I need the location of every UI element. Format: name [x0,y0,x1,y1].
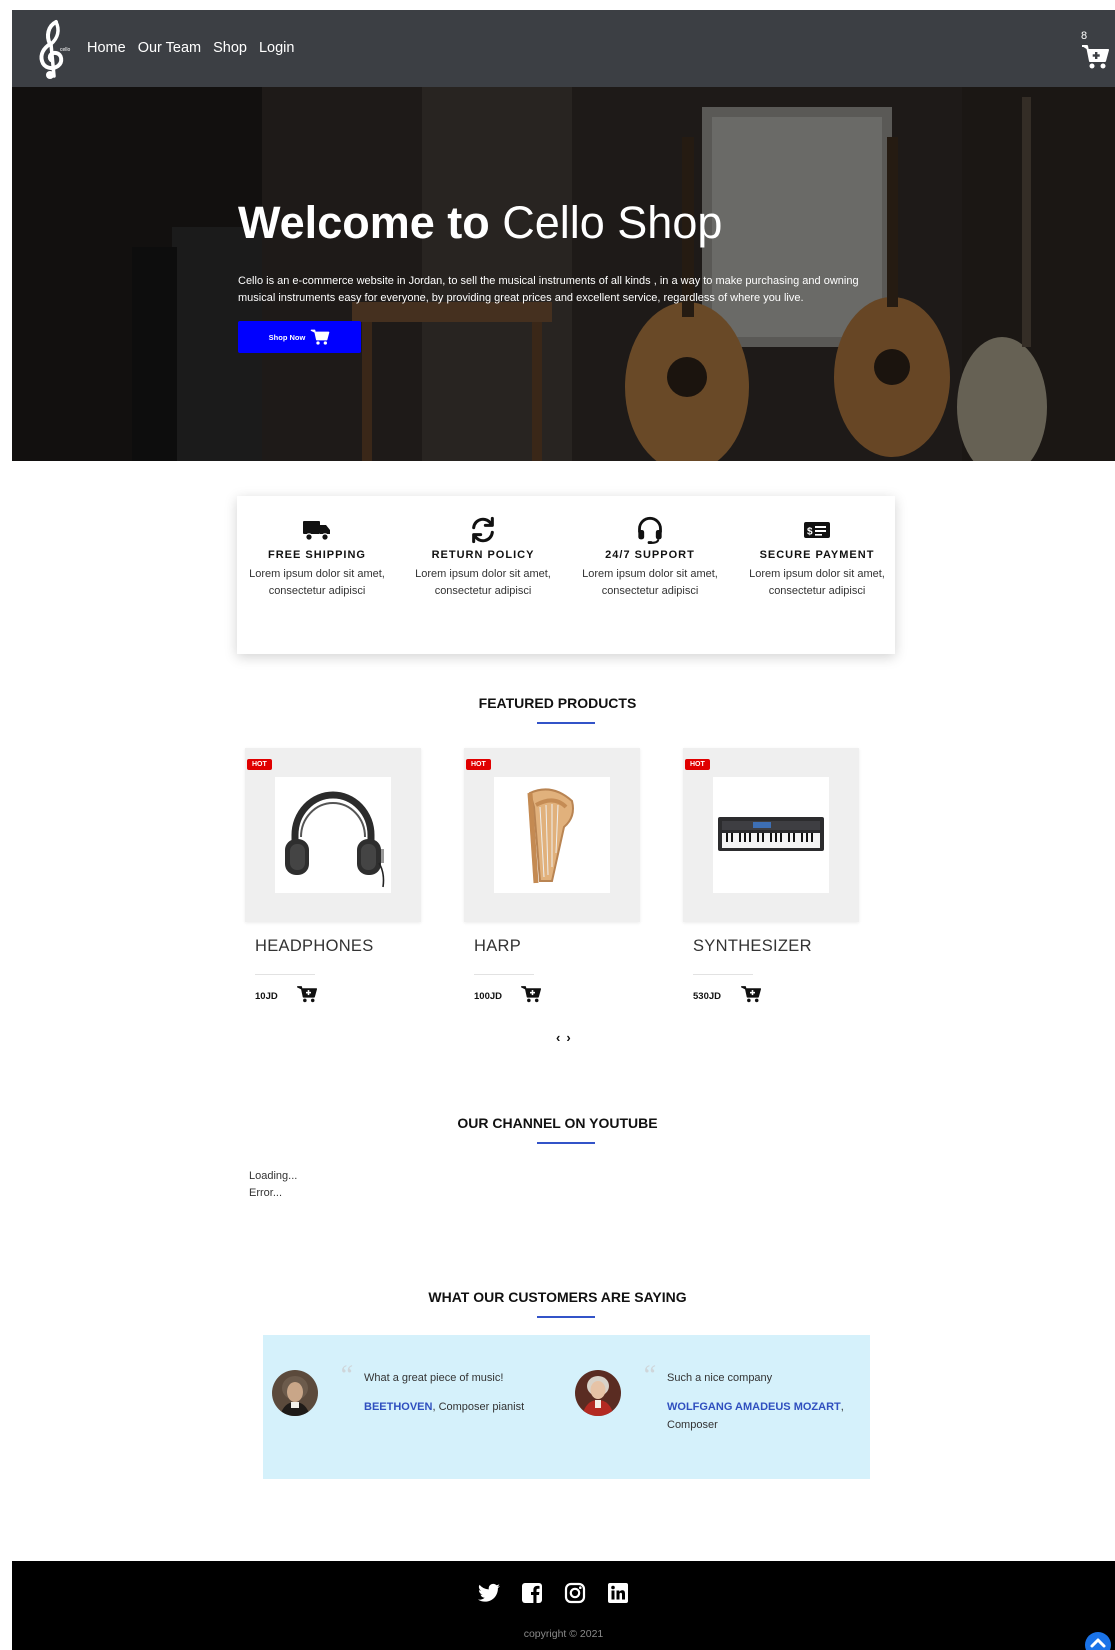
testimonial-author-role-line2: Composer [667,1419,718,1431]
footer: copyright © 2021 [12,1561,1115,1650]
scroll-to-top-button[interactable] [1085,1632,1111,1650]
testimonial-author-name[interactable]: WOLFGANG AMADEUS MOZART [667,1401,841,1413]
feature-secure-payment: $ SECURE PAYMENT Lorem ipsum dolor sit a… [737,516,897,600]
svg-text:cello: cello [60,47,71,53]
testimonial-quote: Such a nice company [667,1372,773,1384]
headphones-image [285,791,385,888]
product-divider [255,974,315,975]
quote-icon: “ [338,1360,354,1391]
product-image[interactable] [713,777,829,893]
nav-home-link[interactable]: Home [87,40,126,56]
nav-cart[interactable]: 8 [1081,30,1111,74]
testimonials-panel: “ What a great piece of music! BEETHOVEN… [263,1335,870,1479]
hot-badge: HOT [466,759,491,770]
avatar-beethoven [272,1370,318,1416]
product-image[interactable] [494,777,610,893]
add-to-cart-icon[interactable] [297,985,317,1003]
feature-title: 24/7 SUPPORT [605,549,695,561]
truck-icon [303,521,330,541]
cart-icon [310,329,330,345]
hero-description: Cello is an e-commerce website in Jordan… [238,275,859,304]
nav-links: Home Our Team Shop Login [87,40,294,56]
hero-title-bold: Welcome to [238,197,490,248]
testimonial-quote: What a great piece of music! [364,1372,504,1384]
product-divider [474,974,534,975]
quote-icon: “ [641,1360,657,1391]
feature-title: FREE SHIPPING [268,549,366,561]
product-image-frame: HOT [683,748,859,922]
testimonial-author: WOLFGANG AMADEUS MOZART, Composer [667,1398,867,1434]
product-name[interactable]: HEADPHONES [255,937,374,956]
product-price: 100JD [474,991,502,1002]
product-image-frame: HOT [464,748,640,922]
harp-image [527,788,574,884]
features-panel: FREE SHIPPING Lorem ipsum dolor sit amet… [237,496,895,654]
youtube-loading-text: Loading... [249,1170,298,1182]
product-price: 530JD [693,991,721,1002]
shop-now-label: Shop Now [268,332,306,342]
feature-support: 24/7 SUPPORT Lorem ipsum dolor sit amet,… [570,516,730,600]
cart-plus-icon[interactable] [1081,44,1109,70]
treble-clef-logo[interactable]: cello [34,18,74,80]
feature-return-policy: RETURN POLICY Lorem ipsum dolor sit amet… [403,516,563,600]
featured-products-title: FEATURED PRODUCTS [478,695,637,711]
feature-text: Lorem ipsum dolor sit amet, consectetur … [415,568,551,597]
hot-badge: HOT [247,759,272,770]
hero-title-light: Cello Shop [502,197,723,248]
synthesizer-image [718,817,824,851]
testimonial-author: BEETHOVEN, Composer pianist [364,1398,524,1416]
feature-title: SECURE PAYMENT [759,549,875,561]
product-image-frame: HOT [245,748,421,922]
facebook-icon[interactable] [520,1581,544,1605]
feature-free-shipping: FREE SHIPPING Lorem ipsum dolor sit amet… [237,516,397,600]
testimonial-author-role: , [840,1401,844,1413]
instagram-icon[interactable] [563,1581,587,1605]
hot-badge: HOT [685,759,710,770]
chevron-up-icon [1090,1638,1106,1648]
navbar: cello Home Our Team Shop Login 8 [12,10,1115,87]
title-underline [537,1316,595,1318]
hero-title: Welcome to Cello Shop [238,197,722,249]
feature-title: RETURN POLICY [431,549,535,561]
hero-banner: Welcome to Cello Shop Cello is an e-comm… [12,87,1115,461]
carousel-next-button[interactable]: › [566,1030,570,1045]
copyright-text: copyright © 2021 [523,1628,604,1640]
carousel-prev-button[interactable]: ‹ [556,1030,560,1045]
nav-shop-link[interactable]: Shop [213,40,247,56]
youtube-error-text: Error... [249,1187,283,1199]
feature-text: Lorem ipsum dolor sit amet, consectetur … [249,568,385,597]
testimonials-title: WHAT OUR CUSTOMERS ARE SAYING [428,1289,687,1305]
add-to-cart-icon[interactable] [521,985,541,1003]
testimonial-author-name[interactable]: BEETHOVEN [364,1401,432,1413]
shop-now-button[interactable]: Shop Now [238,321,361,353]
product-name[interactable]: SYNTHESIZER [693,937,812,956]
product-divider [693,974,753,975]
nav-login-link[interactable]: Login [259,40,294,56]
product-image[interactable] [275,777,391,893]
headset-icon [638,517,662,544]
refresh-icon [472,516,494,544]
avatar-mozart [575,1370,621,1416]
money-check-icon: $ [804,522,830,538]
linkedin-icon[interactable] [606,1581,630,1605]
testimonial-author-role: , Composer pianist [432,1401,525,1413]
cart-count: 8 [1081,30,1088,42]
title-underline [537,722,595,724]
product-name[interactable]: HARP [474,937,521,956]
nav-our-team-link[interactable]: Our Team [138,40,201,56]
social-links [477,1581,630,1605]
title-underline [537,1142,595,1144]
add-to-cart-icon[interactable] [741,985,761,1003]
svg-text:$: $ [807,527,813,538]
youtube-section-title: OUR CHANNEL ON YOUTUBE [457,1115,658,1131]
feature-text: Lorem ipsum dolor sit amet, consectetur … [749,568,885,597]
feature-text: Lorem ipsum dolor sit amet, consectetur … [582,568,718,597]
product-price: 10JD [255,991,278,1002]
twitter-icon[interactable] [477,1581,501,1605]
carousel-nav: ‹ › [556,1030,571,1045]
